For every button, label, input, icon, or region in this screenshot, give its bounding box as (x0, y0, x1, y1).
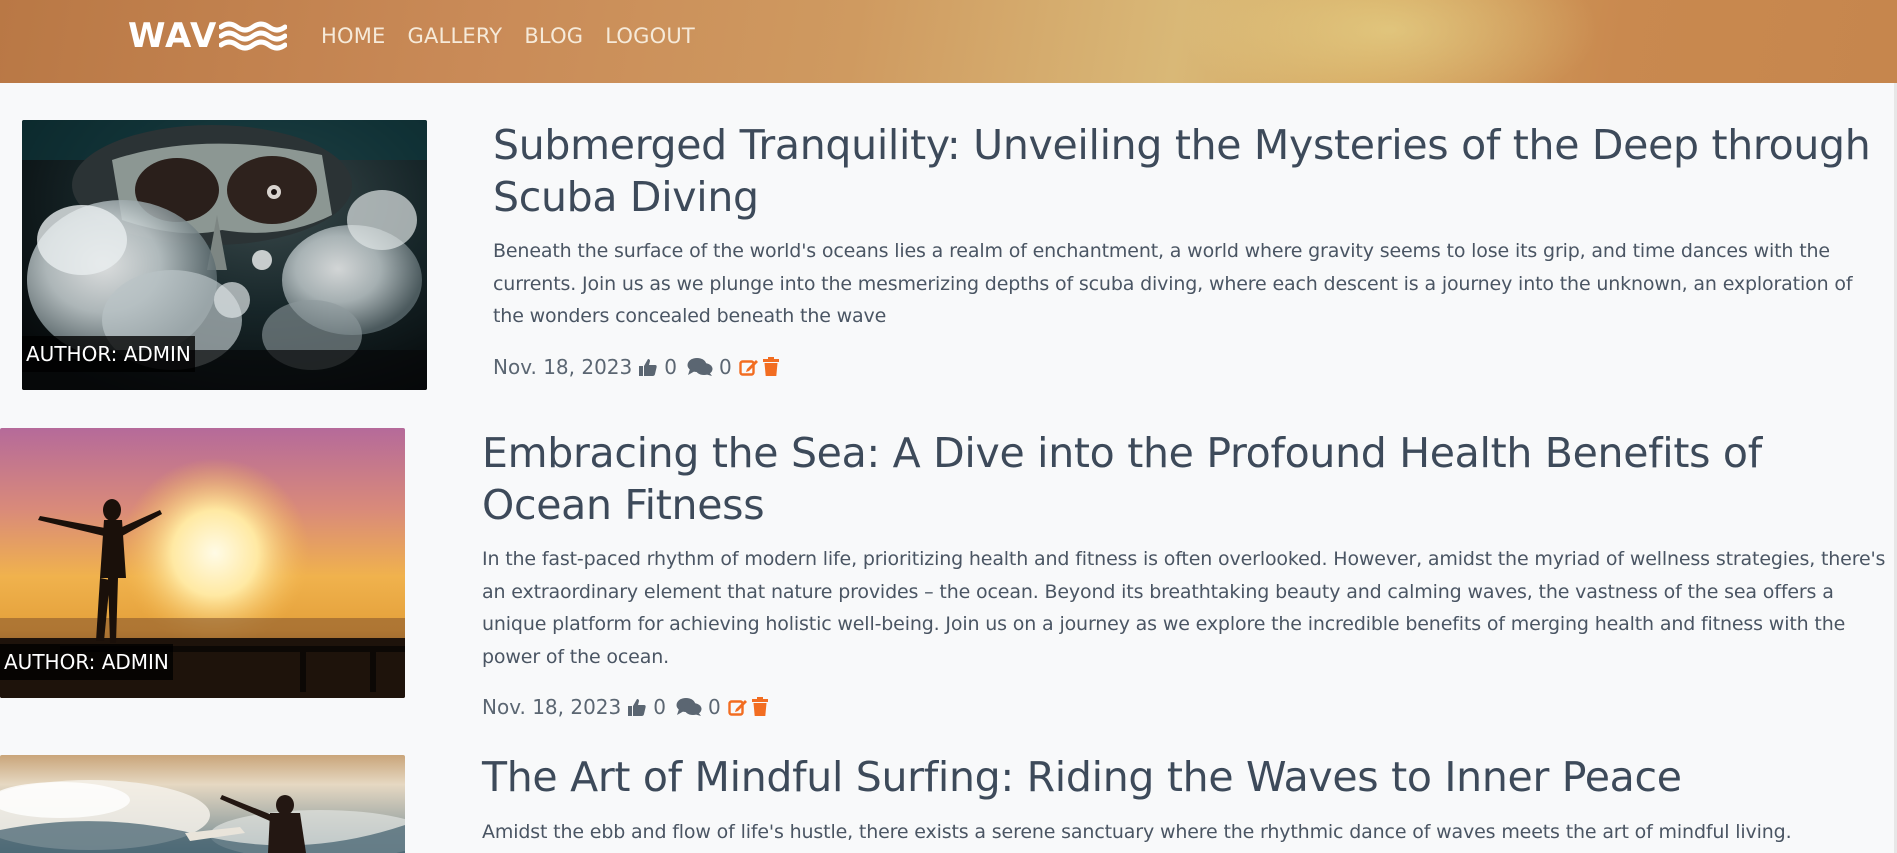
post-date: Nov. 18, 2023 (482, 695, 622, 719)
post-excerpt: In the fast-paced rhythm of modern life,… (482, 548, 1886, 668)
comment-count: 0 (708, 695, 721, 719)
nav-blog[interactable]: BLOG (524, 24, 583, 48)
post-thumbnail[interactable]: AUTHOR: ADMIN (0, 428, 405, 698)
nav-logout[interactable]: LOGOUT (605, 24, 695, 48)
edit-icon[interactable] (728, 697, 748, 717)
post-date: Nov. 18, 2023 (493, 355, 633, 379)
site-header: WAV HOME GALLERY BLOG LOGOUT (0, 0, 1897, 83)
surfer-image (0, 755, 405, 853)
logo-waves-icon (219, 21, 288, 51)
nav-home[interactable]: HOME (321, 24, 386, 48)
author-tag: AUTHOR: ADMIN (0, 644, 173, 680)
like-count: 0 (653, 695, 666, 719)
edit-icon[interactable] (739, 357, 759, 377)
comments-icon[interactable] (687, 357, 713, 377)
post-title[interactable]: Embracing the Sea: A Dive into the Profo… (482, 427, 1887, 531)
author-tag: AUTHOR: ADMIN (22, 336, 195, 372)
post-excerpt: Beneath the surface of the world's ocean… (493, 240, 1853, 327)
post-thumbnail[interactable]: AUTHOR: ADMIN (22, 120, 427, 390)
site-logo[interactable]: WAV (128, 16, 288, 56)
logo-text: WAV (128, 16, 218, 56)
post-title[interactable]: The Art of Mindful Surfing: Riding the W… (482, 751, 1887, 803)
trash-icon[interactable] (762, 357, 780, 377)
thumbs-up-icon[interactable] (627, 697, 647, 717)
nav-gallery[interactable]: GALLERY (408, 24, 503, 48)
post-thumbnail[interactable] (0, 755, 405, 853)
comments-icon[interactable] (676, 697, 702, 717)
main-nav: HOME GALLERY BLOG LOGOUT (321, 24, 717, 48)
comment-count: 0 (719, 355, 732, 379)
post-title[interactable]: Submerged Tranquility: Unveiling the Mys… (493, 119, 1893, 223)
post-meta: Nov. 18, 2023 0 0 (493, 355, 780, 379)
trash-icon[interactable] (751, 697, 769, 717)
thumbs-up-icon[interactable] (638, 357, 658, 377)
post-meta: Nov. 18, 2023 0 0 (482, 695, 769, 719)
like-count: 0 (664, 355, 677, 379)
post-excerpt: Amidst the ebb and flow of life's hustle… (482, 821, 1792, 843)
